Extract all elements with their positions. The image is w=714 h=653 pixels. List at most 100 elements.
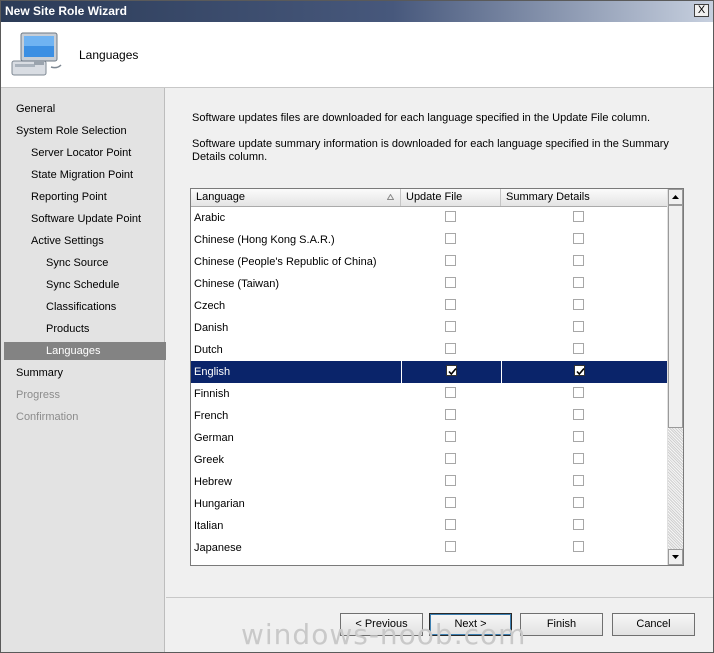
table-row[interactable]: Chinese (People's Republic of China): [191, 251, 667, 273]
column-header-update-file[interactable]: Update File: [401, 189, 501, 206]
table-row[interactable]: Hebrew: [191, 471, 667, 493]
summary-details-checkbox[interactable]: [573, 321, 584, 332]
wizard-nav: General System Role Selection Server Loc…: [1, 88, 206, 652]
summary-details-checkbox[interactable]: [573, 453, 584, 464]
table-row[interactable]: Chinese (Hong Kong S.A.R.): [191, 229, 667, 251]
update-file-checkbox[interactable]: [445, 211, 456, 222]
update-file-cell: [401, 229, 501, 251]
nav-item-server-locator-point[interactable]: Server Locator Point: [4, 144, 191, 162]
summary-details-checkbox[interactable]: [573, 387, 584, 398]
table-row[interactable]: English: [191, 361, 667, 383]
update-file-checkbox[interactable]: [445, 343, 456, 354]
summary-details-cell: [501, 493, 667, 515]
table-row[interactable]: Greek: [191, 449, 667, 471]
update-file-cell: [401, 317, 501, 339]
description-summary-details: Software update summary information is d…: [192, 138, 669, 163]
column-header-language[interactable]: Language: [191, 189, 401, 206]
next-button[interactable]: Next >: [429, 613, 512, 636]
scroll-track[interactable]: [668, 428, 683, 549]
update-file-checkbox[interactable]: [445, 475, 456, 486]
scroll-down-button[interactable]: [668, 549, 683, 565]
nav-item-confirmation: Confirmation: [16, 411, 79, 423]
update-file-checkbox[interactable]: [445, 255, 456, 266]
table-row[interactable]: Japanese: [191, 537, 667, 559]
update-file-cell: [401, 493, 501, 515]
language-cell: French: [194, 410, 229, 422]
computer-icon: [11, 32, 62, 76]
summary-details-checkbox[interactable]: [573, 299, 584, 310]
table-row[interactable]: Dutch: [191, 339, 667, 361]
nav-item-active-settings[interactable]: Active Settings: [4, 232, 191, 250]
update-file-cell: [401, 537, 501, 559]
summary-details-cell: [501, 405, 667, 427]
update-file-checkbox[interactable]: [445, 409, 456, 420]
summary-details-checkbox[interactable]: [574, 365, 585, 376]
update-file-cell: [401, 273, 501, 295]
summary-details-checkbox[interactable]: [573, 497, 584, 508]
table-row[interactable]: Czech: [191, 295, 667, 317]
summary-details-cell: [501, 317, 667, 339]
update-file-checkbox[interactable]: [445, 321, 456, 332]
summary-details-cell: [501, 229, 667, 251]
nav-item-reporting-point[interactable]: Reporting Point: [4, 188, 191, 206]
nav-item-software-update-point[interactable]: Software Update Point: [4, 210, 191, 228]
table-row[interactable]: Danish: [191, 317, 667, 339]
window-title: New Site Role Wizard: [5, 4, 127, 18]
summary-details-checkbox[interactable]: [573, 343, 584, 354]
update-file-checkbox[interactable]: [445, 519, 456, 530]
table-row[interactable]: Chinese (Taiwan): [191, 273, 667, 295]
language-cell: Hebrew: [194, 476, 232, 488]
table-row[interactable]: German: [191, 427, 667, 449]
scroll-thumb[interactable]: [668, 205, 683, 428]
update-file-checkbox[interactable]: [445, 541, 456, 552]
nav-item-general[interactable]: General: [4, 100, 176, 118]
update-file-checkbox[interactable]: [446, 365, 457, 376]
table-row[interactable]: French: [191, 405, 667, 427]
table-row[interactable]: Italian: [191, 515, 667, 537]
summary-details-checkbox[interactable]: [573, 277, 584, 288]
wizard-window: New Site Role Wizard X Languages General…: [0, 0, 714, 653]
language-cell: Arabic: [194, 212, 226, 224]
summary-details-cell: [501, 273, 667, 295]
language-cell: Czech: [194, 300, 226, 312]
update-file-checkbox[interactable]: [445, 277, 456, 288]
update-file-cell: [401, 383, 501, 405]
nav-item-summary[interactable]: Summary: [4, 364, 176, 382]
update-file-checkbox[interactable]: [445, 299, 456, 310]
summary-details-checkbox[interactable]: [573, 431, 584, 442]
cancel-button[interactable]: Cancel: [612, 613, 695, 636]
scroll-up-button[interactable]: [668, 189, 683, 205]
update-file-checkbox[interactable]: [445, 497, 456, 508]
update-file-checkbox[interactable]: [445, 387, 456, 398]
language-cell: English: [194, 366, 231, 378]
description-update-file: Software updates files are downloaded fo…: [192, 112, 651, 124]
update-file-cell: [401, 449, 501, 471]
summary-details-checkbox[interactable]: [573, 233, 584, 244]
summary-details-checkbox[interactable]: [573, 255, 584, 266]
vertical-scrollbar[interactable]: [667, 189, 683, 565]
table-row[interactable]: Hungarian: [191, 493, 667, 515]
column-header-summary-details[interactable]: Summary Details: [501, 189, 667, 206]
update-file-checkbox[interactable]: [445, 233, 456, 244]
previous-button[interactable]: < Previous: [340, 613, 423, 636]
finish-button[interactable]: Finish: [520, 613, 603, 636]
summary-details-checkbox[interactable]: [573, 541, 584, 552]
language-cell: Japanese: [194, 542, 242, 554]
summary-details-checkbox[interactable]: [573, 475, 584, 486]
language-cell: Chinese (Taiwan): [194, 278, 279, 290]
summary-details-checkbox[interactable]: [573, 409, 584, 420]
arrow-up-icon: [672, 195, 679, 199]
close-button[interactable]: X: [694, 4, 709, 17]
update-file-cell: [401, 251, 501, 273]
language-cell: Hungarian: [194, 498, 245, 510]
update-file-cell: [401, 361, 501, 383]
summary-details-checkbox[interactable]: [573, 211, 584, 222]
update-file-checkbox[interactable]: [445, 431, 456, 442]
language-cell: Chinese (Hong Kong S.A.R.): [194, 234, 335, 246]
summary-details-checkbox[interactable]: [573, 519, 584, 530]
table-row[interactable]: Finnish: [191, 383, 667, 405]
update-file-checkbox[interactable]: [445, 453, 456, 464]
nav-item-system-role-selection[interactable]: System Role Selection: [4, 122, 176, 140]
nav-item-state-migration-point[interactable]: State Migration Point: [4, 166, 191, 184]
table-row[interactable]: Arabic: [191, 207, 667, 229]
